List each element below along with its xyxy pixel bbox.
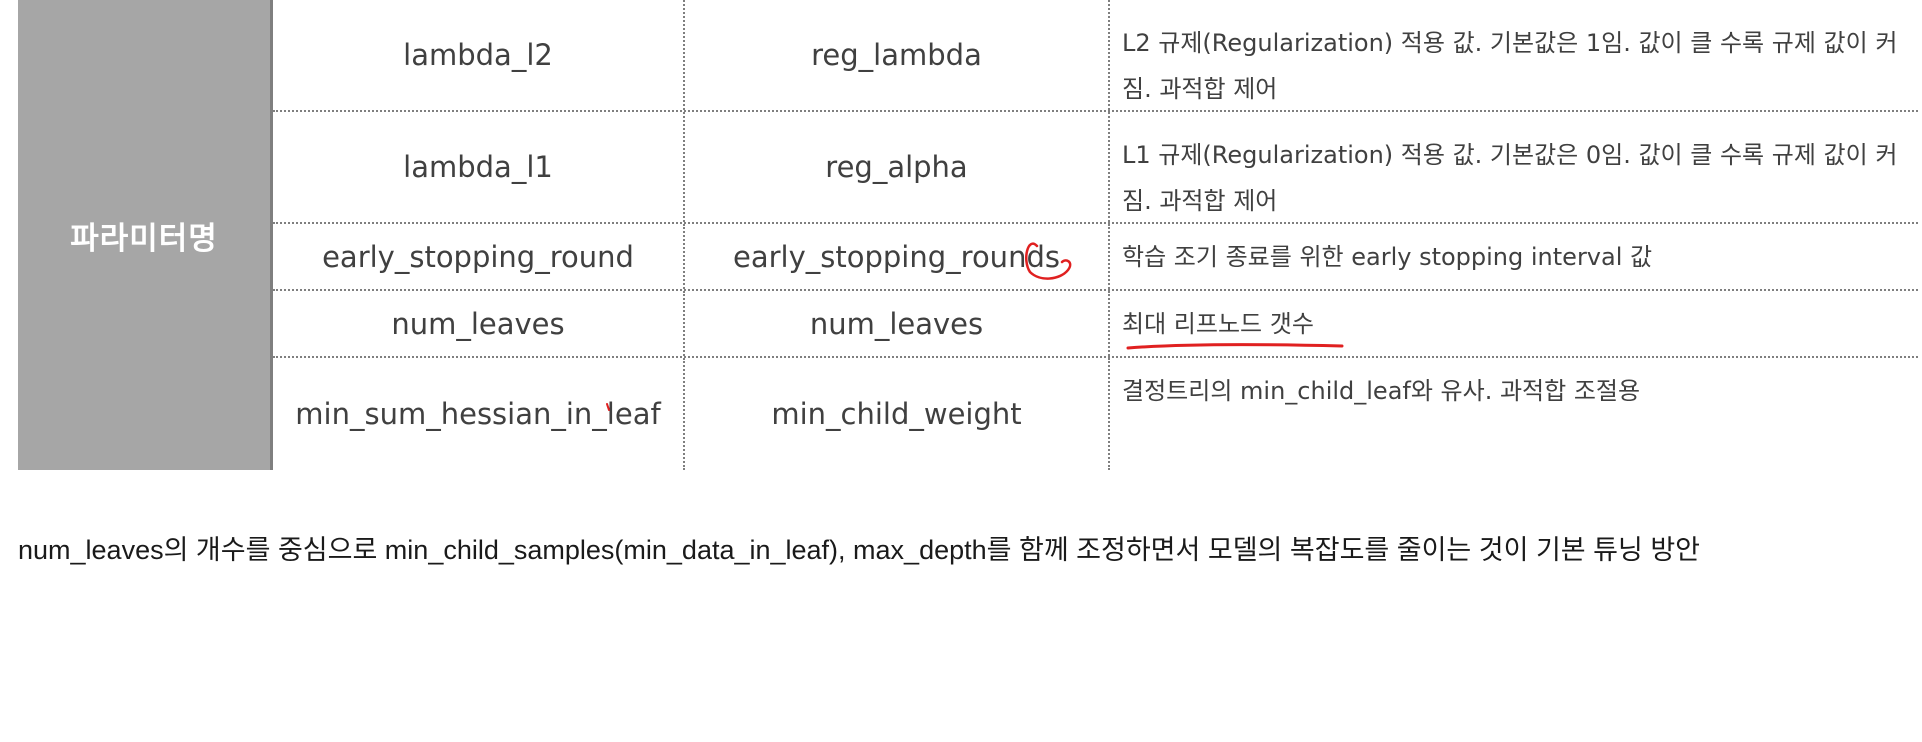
sklearn-param-name: num_leaves	[809, 306, 984, 341]
sklearn-param-name: min_child_weight	[771, 397, 1022, 431]
param-description: L2 규제(Regularization) 적용 값. 기본값은 1임. 값이 …	[1122, 29, 1898, 103]
lightgbm-param-cell: lambda_l2	[273, 0, 685, 110]
slide: 파라미터명 lambda_l2 reg_lambda L2 규제(Regular…	[0, 0, 1922, 742]
table-row-early-stopping: early_stopping_round early_stopping_roun…	[273, 224, 1918, 291]
sklearn-param-name: reg_alpha	[825, 150, 968, 184]
lightgbm-param-name: min_sum_hessian_in_leaf	[295, 397, 661, 431]
lightgbm-param-cell: min_sum_hessian_in_leaf	[273, 358, 685, 470]
lightgbm-param-name: lambda_l1	[403, 150, 553, 184]
table-row-num-leaves: num_leaves num_leaves 최대 리프노드 갯수	[273, 291, 1918, 358]
param-description: 최대 리프노드 갯수	[1122, 309, 1314, 338]
table-row-lambda-l1: lambda_l1 reg_alpha L1 규제(Regularization…	[273, 112, 1918, 224]
sklearn-param-name: reg_lambda	[811, 38, 982, 72]
lightgbm-param-name: early_stopping_round	[322, 239, 634, 274]
description-cell: 최대 리프노드 갯수	[1110, 291, 1918, 356]
lightgbm-param-cell: num_leaves	[273, 291, 685, 356]
sklearn-param-name: early_stopping_rounds	[733, 239, 1060, 274]
sklearn-param-cell: num_leaves	[685, 291, 1110, 356]
sklearn-param-cell: reg_alpha	[685, 112, 1110, 222]
parameter-header-cell: 파라미터명	[18, 0, 273, 470]
sklearn-param-cell: reg_lambda	[685, 0, 1110, 110]
description-cell: 결정트리의 min_child_leaf와 유사. 과적합 조절용	[1110, 358, 1918, 470]
lightgbm-param-name: lambda_l2	[403, 38, 553, 72]
lightgbm-param-cell: early_stopping_round	[273, 224, 685, 289]
sklearn-param-cell: early_stopping_rounds	[685, 224, 1110, 289]
sklearn-param-cell: min_child_weight	[685, 358, 1110, 470]
description-cell: L1 규제(Regularization) 적용 값. 기본값은 0임. 값이 …	[1110, 112, 1918, 222]
param-description: L1 규제(Regularization) 적용 값. 기본값은 0임. 값이 …	[1122, 141, 1898, 215]
param-description: 학습 조기 종료를 위한 early stopping interval 값	[1122, 242, 1653, 271]
parameter-table: 파라미터명 lambda_l2 reg_lambda L2 규제(Regular…	[18, 0, 1918, 470]
description-cell: 학습 조기 종료를 위한 early stopping interval 값	[1110, 224, 1918, 289]
description-cell: L2 규제(Regularization) 적용 값. 기본값은 1임. 값이 …	[1110, 0, 1918, 110]
param-description: 결정트리의 min_child_leaf와 유사. 과적합 조절용	[1122, 377, 1641, 405]
lightgbm-param-name: num_leaves	[391, 306, 565, 341]
parameter-header-label: 파라미터명	[70, 220, 218, 257]
tuning-note: num_leaves의 개수를 중심으로 min_child_samples(m…	[18, 535, 1700, 565]
table-row-lambda-l2: lambda_l2 reg_lambda L2 규제(Regularizatio…	[273, 0, 1918, 112]
table-row-min-sum-hessian: min_sum_hessian_in_leaf min_child_weight…	[273, 358, 1918, 470]
lightgbm-param-cell: lambda_l1	[273, 112, 685, 222]
